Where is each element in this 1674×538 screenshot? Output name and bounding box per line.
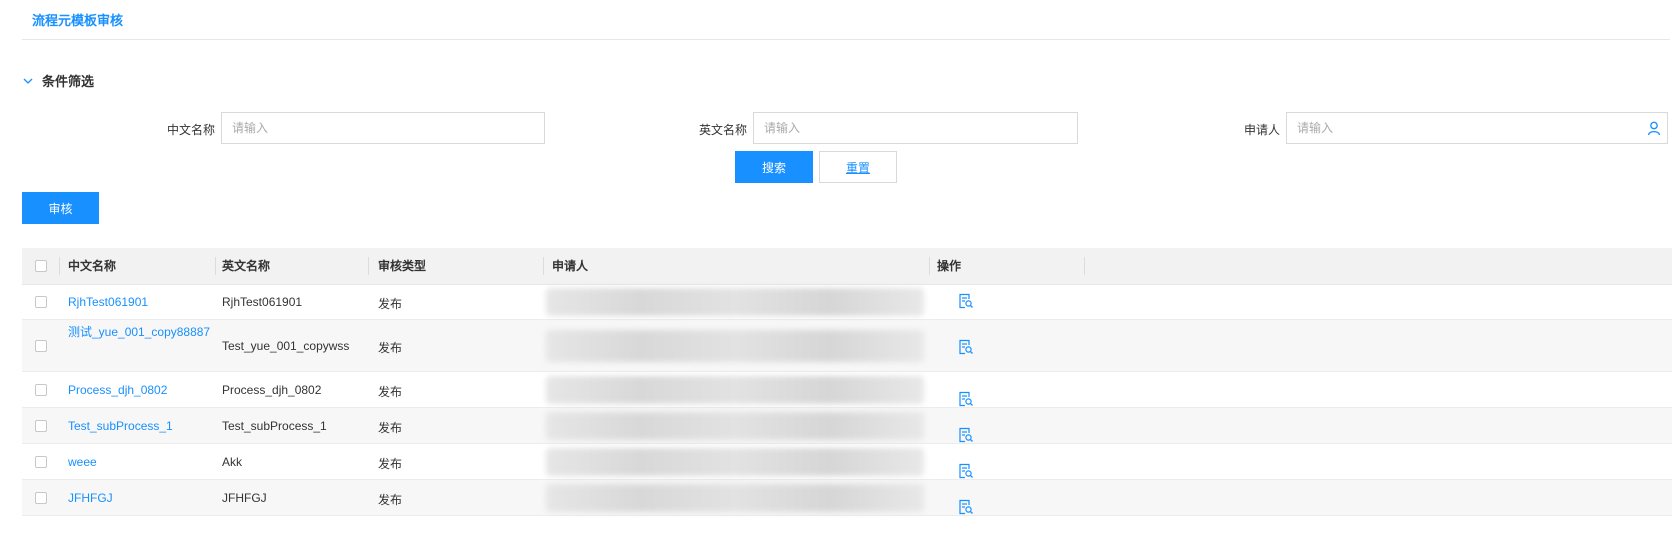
row-review-type: 发布 xyxy=(378,457,403,471)
row-cn-name-link[interactable]: Test_subProcess_1 xyxy=(68,419,173,433)
table-header: 中文名称 英文名称 审核类型 申请人 操作 xyxy=(22,248,1672,285)
applicant-input[interactable] xyxy=(1286,112,1668,144)
applicant-redacted xyxy=(546,288,924,316)
select-all-checkbox[interactable] xyxy=(35,260,47,272)
column-divider xyxy=(929,257,930,275)
view-detail-icon[interactable] xyxy=(958,499,974,515)
view-detail-icon[interactable] xyxy=(958,293,974,309)
view-detail-icon[interactable] xyxy=(958,463,974,479)
column-divider xyxy=(368,257,369,275)
row-checkbox[interactable] xyxy=(35,492,47,504)
row-checkbox[interactable] xyxy=(35,420,47,432)
row-checkbox[interactable] xyxy=(35,340,47,352)
en-name-label: 英文名称 xyxy=(699,123,748,137)
applicant-redacted xyxy=(546,376,924,404)
header-actions: 操作 xyxy=(937,259,962,273)
row-checkbox[interactable] xyxy=(35,456,47,468)
column-divider xyxy=(215,257,216,275)
view-detail-icon[interactable] xyxy=(958,391,974,407)
row-en-name: JFHFGJ xyxy=(222,491,267,505)
cn-name-input[interactable] xyxy=(221,112,545,144)
filter-section-toggle[interactable]: 条件筛选 xyxy=(22,71,94,90)
applicant-redacted xyxy=(546,412,924,440)
reset-button[interactable]: 重置 xyxy=(819,151,897,183)
view-detail-icon[interactable] xyxy=(958,339,974,355)
en-name-input[interactable] xyxy=(753,112,1078,144)
row-en-name: RjhTest061901 xyxy=(222,295,303,309)
filter-section-label: 条件筛选 xyxy=(42,74,95,89)
user-icon[interactable] xyxy=(1646,120,1662,136)
row-cn-name-link[interactable]: 测试_yue_001_copy88887 xyxy=(68,319,213,346)
row-en-name: Test_subProcess_1 xyxy=(222,419,327,433)
view-detail-icon[interactable] xyxy=(958,427,974,443)
header-en-name: 英文名称 xyxy=(222,259,271,273)
row-cn-name-link[interactable]: JFHFGJ xyxy=(68,491,113,505)
row-en-name: Akk xyxy=(222,455,243,469)
search-button[interactable]: 搜索 xyxy=(735,151,813,183)
applicant-redacted xyxy=(546,484,924,512)
header-applicant: 申请人 xyxy=(552,259,589,273)
applicant-label: 申请人 xyxy=(1244,123,1281,137)
row-cn-name-link[interactable]: Process_djh_0802 xyxy=(68,383,167,397)
page-title: 流程元模板审核 xyxy=(32,13,124,28)
column-divider xyxy=(59,257,60,275)
review-button[interactable]: 审核 xyxy=(22,192,99,224)
column-divider xyxy=(1084,257,1085,275)
row-review-type: 发布 xyxy=(378,341,403,355)
chevron-down-icon xyxy=(23,78,33,84)
header-divider xyxy=(22,39,1670,40)
row-review-type: 发布 xyxy=(378,297,403,311)
applicant-redacted xyxy=(546,330,924,362)
row-en-name: Process_djh_0802 xyxy=(222,383,322,397)
row-checkbox[interactable] xyxy=(35,384,47,396)
page: 流程元模板审核 条件筛选 中文名称 英文名称 申请人 搜索 重置 审核 中文名称… xyxy=(0,0,1674,538)
row-review-type: 发布 xyxy=(378,385,403,399)
row-cn-name-link[interactable]: weee xyxy=(68,455,97,469)
header-cn-name: 中文名称 xyxy=(68,259,117,273)
column-divider xyxy=(543,257,544,275)
row-cn-name-link[interactable]: RjhTest061901 xyxy=(68,295,148,309)
header-review-type: 审核类型 xyxy=(378,259,427,273)
row-review-type: 发布 xyxy=(378,493,403,507)
row-review-type: 发布 xyxy=(378,421,403,435)
applicant-redacted xyxy=(546,448,924,476)
row-en-name: Test_yue_001_copywss xyxy=(222,339,350,353)
cn-name-label: 中文名称 xyxy=(167,123,216,137)
row-checkbox[interactable] xyxy=(35,296,47,308)
